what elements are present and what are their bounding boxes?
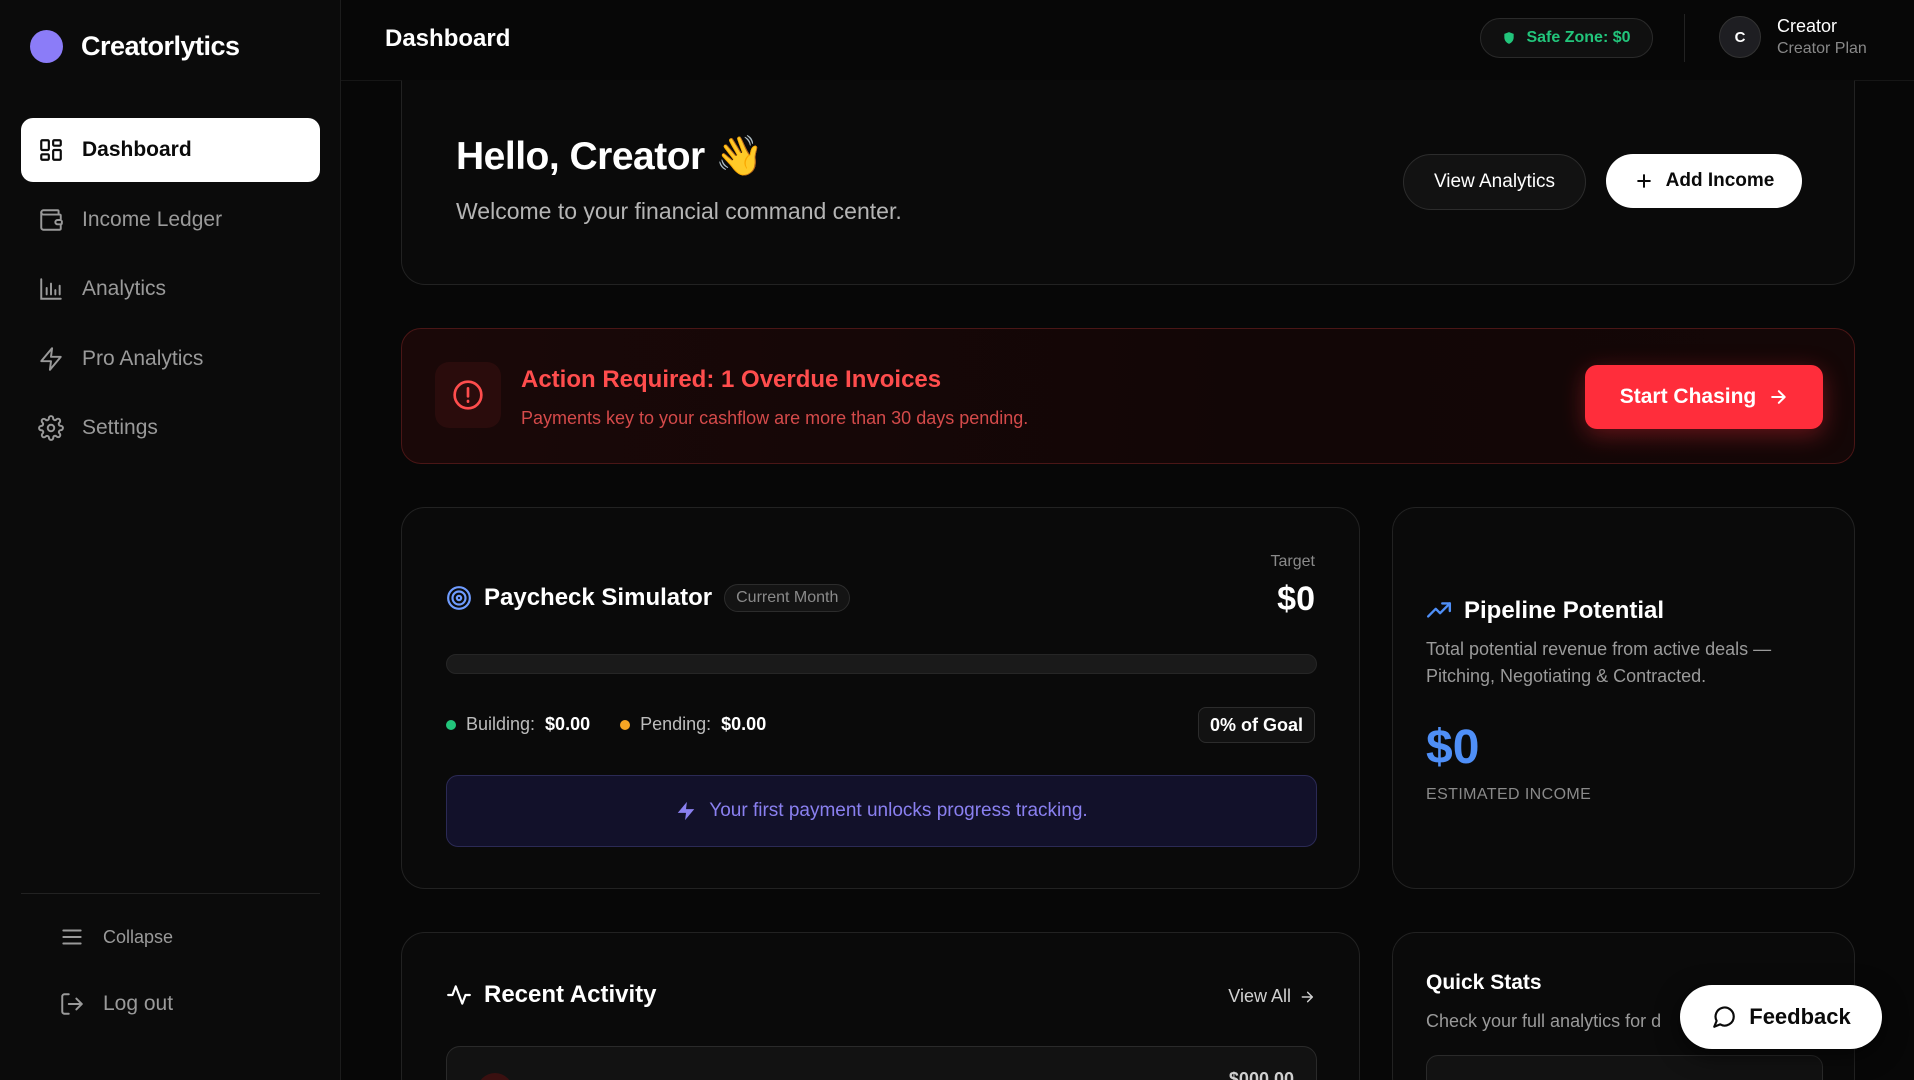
feedback-button[interactable]: Feedback <box>1680 985 1882 1049</box>
sidebar-item-label: Pro Analytics <box>82 346 204 370</box>
stats-title: Quick Stats <box>1426 971 1542 994</box>
pipeline-description: Total potential revenue from active deal… <box>1426 639 1772 686</box>
plus-icon <box>1636 174 1651 188</box>
paycheck-simulator-card: Paycheck Simulator Current Month Target … <box>401 507 1360 889</box>
sidebar-item-pro-analytics[interactable]: Pro Analytics <box>21 327 320 391</box>
pipeline-header: Pipeline Potential <box>1426 597 1664 625</box>
sidebar-item-label: Dashboard <box>82 138 192 161</box>
menu-icon <box>62 929 82 945</box>
sidebar-item-dashboard[interactable]: Dashboard <box>21 118 320 182</box>
welcome-subtitle: Welcome to your financial command center… <box>456 198 902 224</box>
collapse-button[interactable]: Collapse <box>59 924 173 950</box>
top-header: Dashboard Safe Zone: $0 C Creator Creato… <box>341 0 1914 81</box>
activity-type-icon <box>477 1073 513 1080</box>
arrow-right-icon <box>1771 390 1786 404</box>
wallet-icon <box>40 208 63 231</box>
target-value: $0 <box>1277 580 1315 618</box>
app-root: Creatorlytics Dashboard Income Ledger An… <box>0 0 1914 1080</box>
alert-icon-container <box>435 362 501 428</box>
add-income-button[interactable]: Add Income <box>1606 154 1802 208</box>
message-circle-icon <box>1713 1006 1736 1028</box>
sidebar-item-label: Settings <box>82 416 158 439</box>
logout-icon <box>61 993 83 1015</box>
recent-activity-card: Recent Activity View All $000.00 <box>401 932 1360 1080</box>
unlock-text: Your first payment unlocks progress trac… <box>709 800 1088 821</box>
user-menu[interactable]: C Creator Creator Plan <box>1719 16 1867 58</box>
activity-pulse-icon <box>447 985 471 1005</box>
welcome-card: Hello, Creator 👋 Welcome to your financi… <box>401 80 1855 285</box>
gear-icon <box>38 415 64 441</box>
unlock-message: Your first payment unlocks progress trac… <box>446 775 1317 847</box>
pipeline-potential-card: Pipeline Potential Total potential reven… <box>1392 507 1855 889</box>
paycheck-title: Paycheck Simulator <box>484 584 713 611</box>
sidebar: Creatorlytics Dashboard Income Ledger An… <box>0 0 341 1080</box>
alert-circle-icon <box>453 380 483 410</box>
header-divider <box>1684 14 1685 62</box>
view-all-link[interactable]: View All <box>1228 986 1315 1007</box>
welcome-title: Hello, Creator 👋 <box>456 135 764 178</box>
start-chasing-button[interactable]: Start Chasing <box>1585 365 1823 429</box>
sidebar-item-analytics[interactable]: Analytics <box>21 257 320 321</box>
dashboard-grid-icon <box>40 139 62 161</box>
view-analytics-button[interactable]: View Analytics <box>1403 154 1586 210</box>
avatar: C <box>1719 16 1761 58</box>
stats-subtitle: Check your full analytics for d <box>1426 1011 1662 1031</box>
pending-label: Pending: <box>640 714 712 734</box>
lightning-icon <box>40 346 62 371</box>
brand-name: Creatorlytics <box>81 31 240 61</box>
feedback-label: Feedback <box>1749 1004 1851 1029</box>
sidebar-item-settings[interactable]: Settings <box>21 396 320 460</box>
pipeline-value: $0 <box>1426 721 1480 774</box>
lightning-icon <box>678 801 695 821</box>
logout-label: Log out <box>103 992 174 1015</box>
paycheck-header: Paycheck Simulator Current Month <box>446 584 851 612</box>
target-icon <box>447 586 471 610</box>
add-income-label: Add Income <box>1665 170 1775 191</box>
building-value: $0.00 <box>545 714 591 734</box>
building-label: Building: <box>466 714 536 734</box>
shield-icon <box>1504 32 1515 44</box>
start-chasing-label: Start Chasing <box>1619 385 1757 408</box>
collapse-label: Collapse <box>103 926 174 947</box>
sidebar-item-label: Income Ledger <box>82 207 223 231</box>
sidebar-divider <box>21 893 320 894</box>
activity-amount: $000.00 <box>1228 1069 1294 1080</box>
bar-chart-icon <box>40 278 62 300</box>
brand[interactable]: Creatorlytics <box>30 30 240 63</box>
paycheck-progress-bar <box>446 654 1317 674</box>
pipeline-label: ESTIMATED INCOME <box>1426 786 1592 803</box>
alert-title: Action Required: 1 Overdue Invoices <box>521 366 942 393</box>
activity-header: Recent Activity <box>446 981 657 1009</box>
safe-zone-badge[interactable]: Safe Zone: $0 <box>1480 18 1653 58</box>
user-name: Creator <box>1777 16 1838 36</box>
building-legend: Building: $0.00 <box>446 714 590 735</box>
trending-up-icon <box>1426 602 1452 618</box>
overdue-alert: Action Required: 1 Overdue Invoices Paym… <box>401 328 1855 464</box>
arrow-right-icon <box>1301 991 1314 1002</box>
paycheck-legend: Building: $0.00 Pending: $0.00 <box>446 714 766 735</box>
period-pill: Current Month <box>724 584 851 612</box>
logout-button[interactable]: Log out <box>59 991 173 1017</box>
pending-legend: Pending: $0.00 <box>620 714 766 735</box>
page-title: Dashboard <box>385 25 511 52</box>
building-dot-icon <box>446 719 456 730</box>
sidebar-nav: Dashboard Income Ledger Analytics Pro An… <box>21 118 320 466</box>
stats-box <box>1426 1055 1823 1080</box>
target-label: Target <box>1270 553 1315 570</box>
view-all-label: View All <box>1228 986 1291 1006</box>
safe-zone-label: Safe Zone: $0 <box>1526 29 1631 46</box>
pending-dot-icon <box>620 719 631 730</box>
sidebar-item-income-ledger[interactable]: Income Ledger <box>21 188 320 252</box>
list-item[interactable]: $000.00 <box>446 1046 1317 1080</box>
user-plan: Creator Plan <box>1777 40 1867 57</box>
pending-value: $0.00 <box>721 714 767 734</box>
sidebar-item-label: Analytics <box>82 277 167 300</box>
pipeline-title: Pipeline Potential <box>1464 597 1665 624</box>
activity-title: Recent Activity <box>484 981 657 1008</box>
goal-badge: 0% of Goal <box>1197 707 1315 743</box>
alert-subtitle: Payments key to your cashflow are more t… <box>521 408 1029 428</box>
brand-logo-icon <box>30 30 63 63</box>
